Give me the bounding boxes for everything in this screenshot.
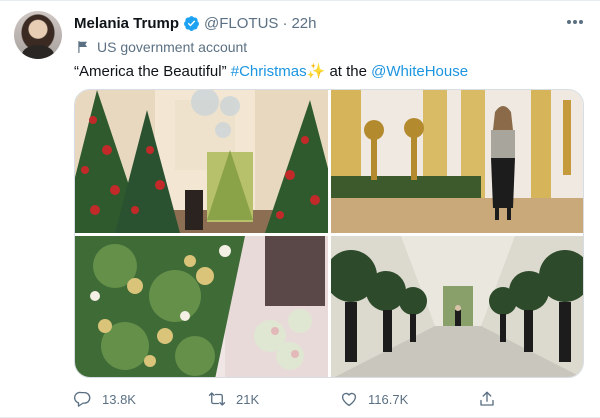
at-text: at the (325, 63, 372, 80)
ornament-tree-closeup-photo[interactable] (75, 236, 328, 377)
topiary-corridor-photo[interactable] (331, 236, 583, 377)
verified-badge-icon (184, 15, 199, 31)
sparkles-emoji: ✨ (306, 63, 326, 80)
share-icon (480, 391, 494, 406)
tweet-header: Melania Trump @FLOTUS · 22h (74, 13, 316, 33)
government-label-text: US government account (97, 39, 248, 55)
retweet-button[interactable]: 21K (208, 389, 259, 409)
government-label: US government account (76, 39, 247, 55)
quote-text: “America the Beautiful” (74, 63, 231, 80)
mention-link[interactable]: @WhiteHouse (371, 63, 468, 80)
tweet-text: “America the Beautiful” #Christmas✨ at t… (74, 62, 468, 82)
hashtag-link[interactable]: #Christmas (231, 63, 307, 80)
separator-dot: · (282, 14, 288, 32)
tweet-timestamp[interactable]: 22h (291, 15, 316, 32)
reply-count: 13.8K (102, 391, 136, 407)
christmas-trees-grand-hall-photo[interactable] (75, 90, 328, 233)
more-dots-icon (567, 20, 583, 24)
tweet-card[interactable]: Melania Trump @FLOTUS · 22h US governmen… (0, 0, 600, 418)
tweet-actions: 13.8K 21K 116.7K (74, 389, 514, 409)
like-button[interactable]: 116.7K (340, 389, 408, 409)
reply-icon (74, 391, 91, 407)
avatar[interactable] (14, 11, 62, 59)
retweet-count: 21K (236, 391, 260, 407)
flag-icon (78, 41, 88, 53)
author-handle[interactable]: @FLOTUS (204, 15, 278, 32)
woman-in-east-room-photo[interactable] (331, 90, 583, 233)
heart-icon (341, 392, 357, 407)
retweet-icon (208, 392, 226, 406)
like-count: 116.7K (368, 391, 409, 407)
share-button[interactable] (478, 389, 506, 409)
media-grid (74, 89, 584, 378)
more-options-icon[interactable] (564, 13, 586, 31)
author-name[interactable]: Melania Trump (74, 15, 179, 32)
reply-button[interactable]: 13.8K (74, 389, 136, 409)
